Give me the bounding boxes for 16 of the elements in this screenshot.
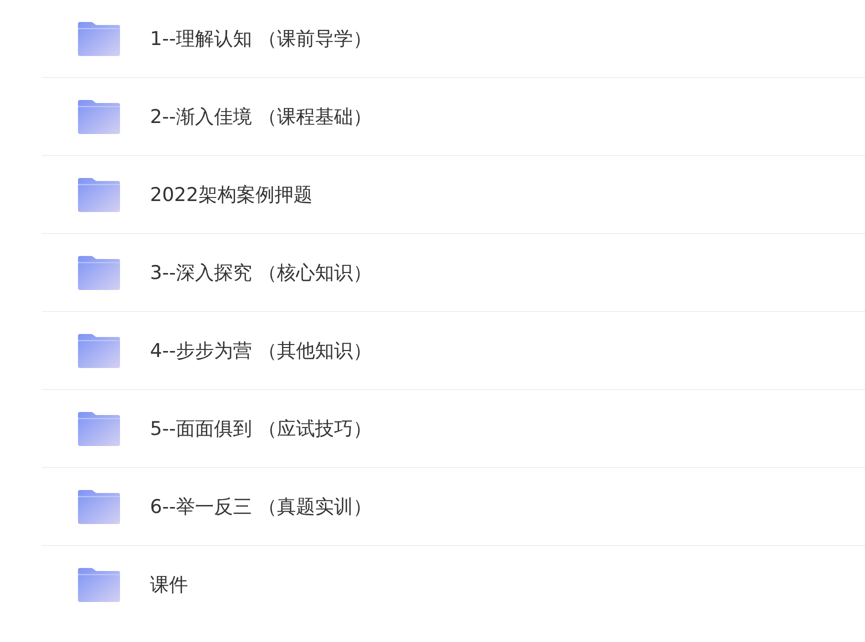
folder-icon (78, 412, 120, 446)
folder-name[interactable]: 3--深入探究 （核心知识） (150, 260, 372, 286)
folder-icon (78, 334, 120, 368)
folder-icon (78, 568, 120, 602)
folder-name[interactable]: 2022架构案例押题 (150, 182, 312, 208)
folder-icon (78, 490, 120, 524)
folder-name[interactable]: 课件 (150, 572, 188, 598)
folder-name[interactable]: 5--面面俱到 （应试技巧） (150, 416, 372, 442)
folder-icon (78, 100, 120, 134)
folder-name[interactable]: 2--渐入佳境 （课程基础） (150, 104, 372, 130)
folder-icon (78, 178, 120, 212)
folder-icon (78, 256, 120, 290)
folder-icon (78, 22, 120, 56)
folder-name[interactable]: 4--步步为营 （其他知识） (150, 338, 372, 364)
folder-name[interactable]: 6--举一反三 （真题实训） (150, 494, 372, 520)
folder-name[interactable]: 1--理解认知 （课前导学） (150, 26, 372, 52)
